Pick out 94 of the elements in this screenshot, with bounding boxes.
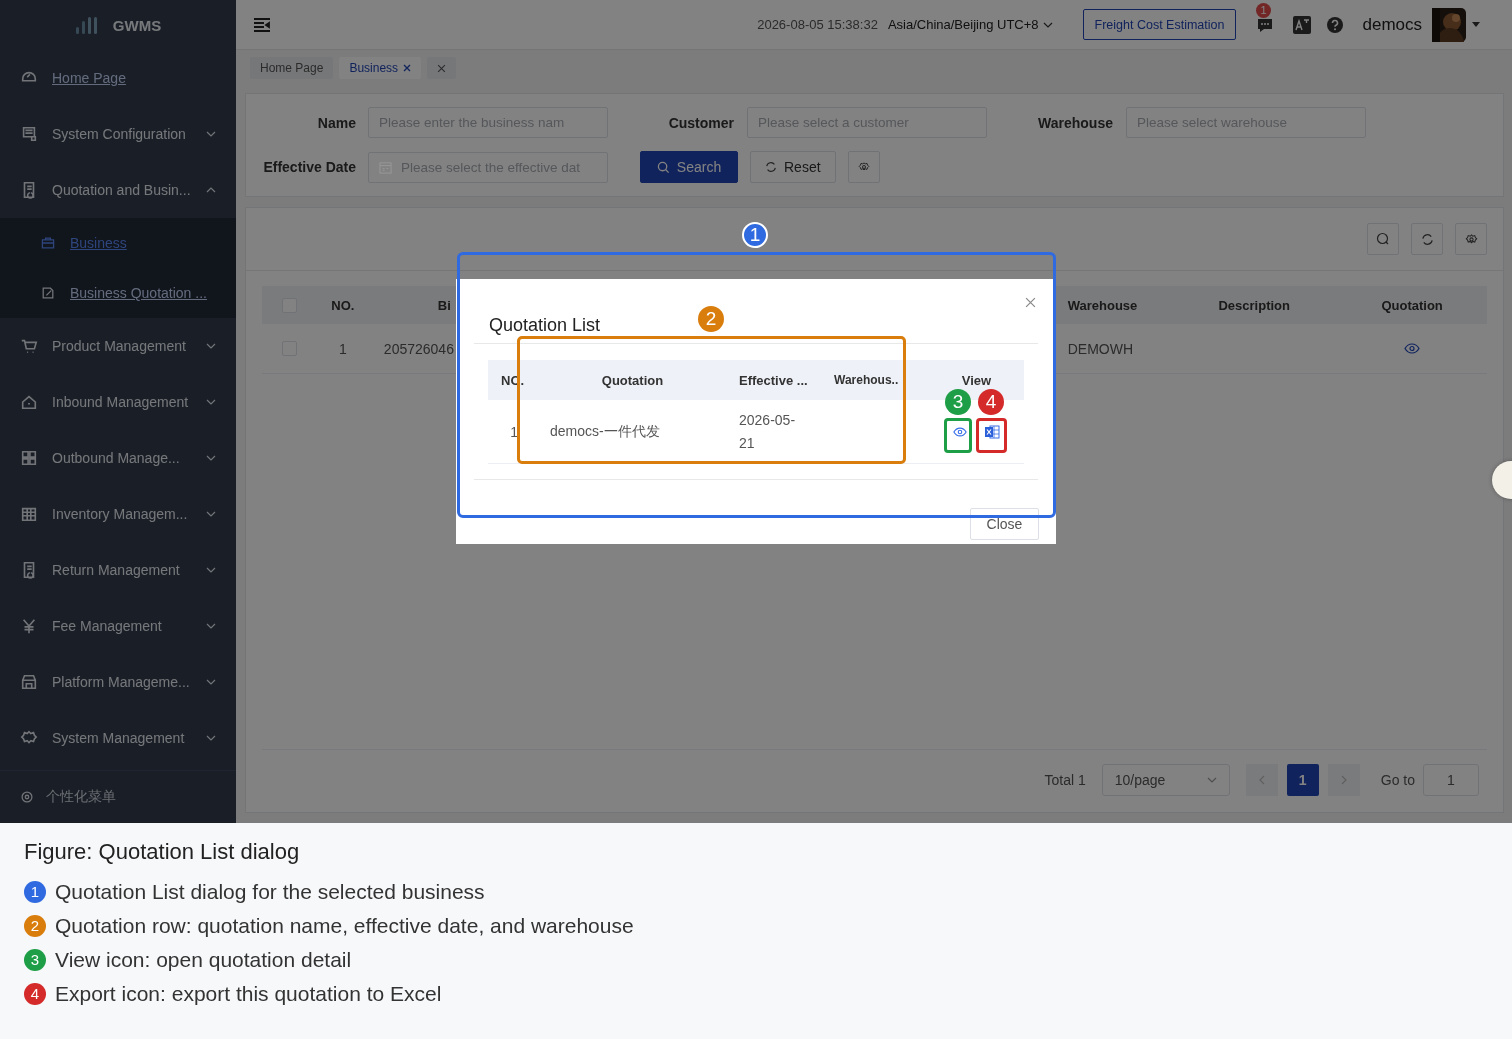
goto-label: Go to: [1380, 771, 1415, 790]
chevron-icon: [1042, 21, 1053, 28]
search-icon: [656, 160, 670, 174]
menu-icon: [20, 125, 38, 143]
close-icon[interactable]: [403, 64, 412, 72]
legend-text: Quotation List dialog for the selected business: [55, 880, 485, 904]
app-logo: GWMS: [112, 16, 162, 34]
menu-item[interactable]: Inbound Management: [0, 374, 236, 430]
legend-text: Export icon: export this quotation to Excel: [55, 982, 442, 1006]
refresh-icon: [1420, 232, 1434, 246]
column-header: View: [961, 372, 992, 388]
chevron-left-icon: [1258, 775, 1265, 785]
menu-item[interactable]: Quotation and Busin...: [0, 162, 236, 218]
refresh-icon: [765, 161, 777, 173]
legend-number: 4: [24, 983, 46, 1005]
close-all-tab[interactable]: [427, 57, 457, 79]
menu-icon: [20, 393, 38, 411]
menu-icon: [40, 285, 56, 301]
figure-caption: Figure: Quotation List dialog: [24, 839, 301, 865]
column-header: Quotation: [1380, 297, 1444, 313]
dialog-title: Quotation List: [489, 315, 601, 335]
page-tab[interactable]: Business: [339, 57, 422, 79]
column-header: NO.: [330, 297, 356, 313]
field-label: Name: [316, 114, 356, 131]
menu-icon: [40, 235, 56, 251]
column-header: Bi: [437, 297, 451, 313]
table-cell: 1: [510, 423, 518, 440]
settings-button[interactable]: [1455, 223, 1487, 255]
freight-estimation-button[interactable]: Freight Cost Estimation: [1082, 9, 1237, 40]
refresh-button[interactable]: [1411, 223, 1443, 255]
search-button[interactable]: Search: [640, 151, 738, 183]
legend-text: View icon: open quotation detail: [55, 948, 352, 972]
help-icon[interactable]: [1326, 15, 1345, 34]
close-button[interactable]: Close: [970, 508, 1039, 540]
chevron-right-icon: [1340, 775, 1347, 785]
menu-item[interactable]: Fee Management: [0, 598, 236, 654]
translate-icon[interactable]: [1292, 14, 1313, 35]
column-header: Warehous..: [834, 373, 899, 387]
close-icon: [437, 63, 447, 73]
timezone-select[interactable]: Asia/China/Beijing UTC+8: [887, 17, 1053, 32]
view-icon[interactable]: [953, 426, 967, 437]
column-header: Quotation: [601, 372, 664, 388]
table-cell-text: 1: [338, 340, 348, 357]
chevron-icon: [1206, 777, 1217, 783]
settings-icon: [857, 161, 870, 173]
menu-icon[interactable]: [253, 16, 271, 33]
menu-item[interactable]: Platform Manageme...: [0, 654, 236, 710]
submenu-item[interactable]: Business Quotation ...: [0, 268, 236, 318]
menu-icon: [20, 449, 38, 467]
menu-icon: [20, 673, 38, 691]
close-icon[interactable]: [1025, 297, 1036, 308]
search-button[interactable]: [1367, 223, 1399, 255]
field-label: Warehouse: [1037, 114, 1113, 131]
total-count: Total 1: [1044, 771, 1086, 790]
legend-number: 3: [24, 949, 46, 971]
field-label: Effective Date: [262, 159, 356, 175]
table-cell-text: DEMOWH: [1066, 340, 1134, 357]
menu-item[interactable]: Return Management: [0, 542, 236, 598]
menu-item[interactable]: Product Management: [0, 318, 236, 374]
menu-item[interactable]: System Management: [0, 710, 236, 766]
page-tab[interactable]: Home Page: [250, 57, 334, 79]
legend-number: 1: [24, 881, 46, 903]
caret-icon[interactable]: [1472, 22, 1480, 27]
page-input[interactable]: 1: [1423, 764, 1479, 796]
view-icon[interactable]: [1404, 343, 1421, 354]
search-icon: [1376, 232, 1390, 246]
field-label: Customer: [667, 114, 734, 131]
settings-icon: [1464, 232, 1478, 246]
legend-number: 2: [24, 915, 46, 937]
table-cell-text: 2026-05-21: [739, 410, 797, 453]
page-size-select[interactable]: 10/page: [1101, 764, 1230, 796]
menu-item[interactable]: System Configuration: [0, 106, 236, 162]
menu-icon: [20, 617, 38, 635]
column-header: Effective ...: [739, 372, 808, 388]
menu-item[interactable]: Outbound Manage...: [0, 430, 236, 486]
settings-icon: [20, 790, 34, 804]
submenu-item[interactable]: Business: [0, 218, 236, 268]
excel-icon[interactable]: [985, 424, 1000, 439]
notification-badge: 1: [1256, 2, 1271, 18]
settings-button[interactable]: [847, 151, 880, 183]
table-cell-text: 205726046: [382, 340, 455, 357]
legend-text: Quotation row: quotation name, effective date, and warehouse: [55, 914, 634, 938]
reset-button[interactable]: Reset: [750, 151, 836, 183]
user-name[interactable]: democs: [1362, 14, 1422, 35]
datetime: 2026-08-05 15:38:32: [757, 17, 878, 32]
menu-icon: [20, 505, 38, 523]
menu-icon: [20, 337, 38, 355]
column-header: Warehouse: [1066, 297, 1139, 313]
logo-icon: [74, 15, 99, 35]
page-button[interactable]: 1: [1286, 764, 1319, 796]
table-cell: democs-一件代发: [550, 422, 660, 439]
menu-item[interactable]: Inventory Managem...: [0, 486, 236, 542]
menu-item[interactable]: Home Page: [0, 50, 236, 106]
column-header: Description: [1217, 297, 1291, 313]
